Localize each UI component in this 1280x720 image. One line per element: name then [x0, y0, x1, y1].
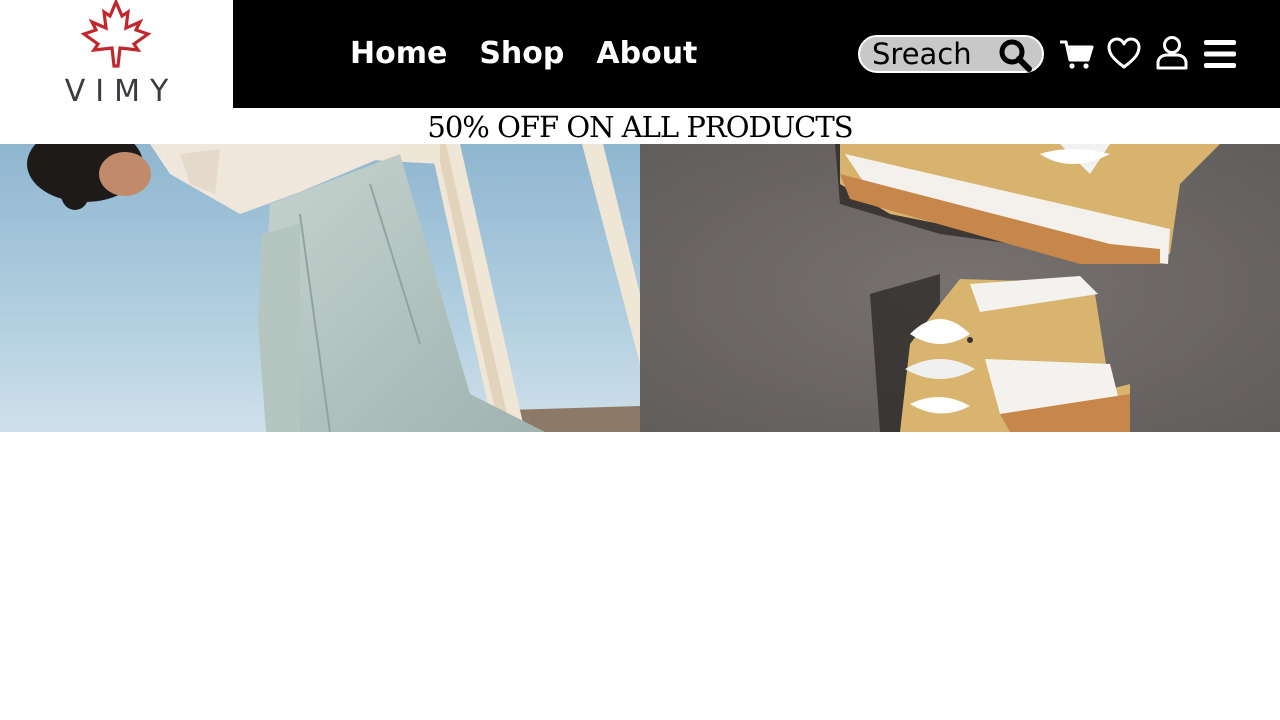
- hero-photo-jeans: [0, 144, 640, 432]
- nav-shop[interactable]: Shop: [479, 34, 564, 74]
- hero-photo-sneakers: [640, 144, 1280, 432]
- menu-icon[interactable]: [1202, 36, 1238, 72]
- heart-icon[interactable]: [1106, 36, 1142, 72]
- cart-icon[interactable]: [1058, 36, 1094, 72]
- search-box: [858, 35, 1044, 73]
- brand-logo[interactable]: VIMY: [0, 0, 233, 109]
- brand-name: VIMY: [64, 74, 179, 109]
- main-nav: Home Shop About: [350, 34, 697, 74]
- user-icon[interactable]: [1154, 35, 1190, 71]
- hero-image-right[interactable]: [640, 144, 1280, 432]
- search-icon[interactable]: [998, 38, 1032, 72]
- search-input[interactable]: [872, 37, 998, 71]
- maple-leaf-icon: [80, 0, 152, 68]
- hero-image-left[interactable]: [0, 144, 640, 432]
- site-header: VIMY Home Shop About: [0, 0, 1280, 109]
- nav-home[interactable]: Home: [350, 34, 447, 74]
- promo-banner: 50% OFF ON ALL PRODUCTS: [427, 110, 853, 144]
- nav-about[interactable]: About: [596, 34, 697, 74]
